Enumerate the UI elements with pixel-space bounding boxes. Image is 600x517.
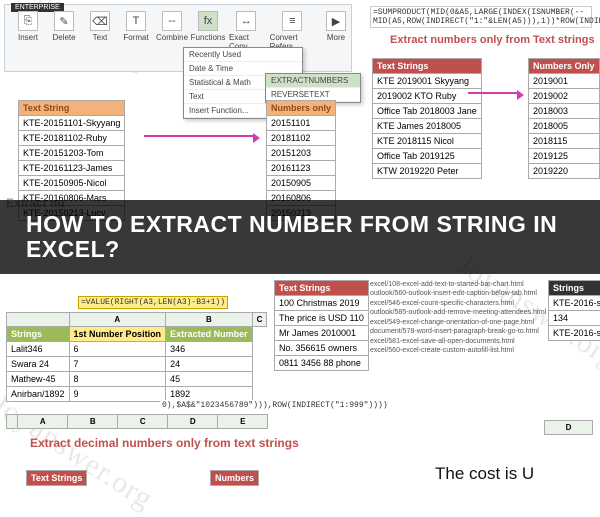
menu-item[interactable]: Recently Used [184, 48, 302, 62]
ribbon-button[interactable]: ⌫Text [85, 11, 115, 42]
file-list: excel/108-excel-add-text-to-started-bar-… [370, 280, 546, 356]
ribbon-button[interactable]: TFormat [121, 11, 151, 42]
title-extract-numbers: Extract numbers only from Text strings [390, 34, 595, 46]
arrow-right [144, 135, 254, 137]
ribbon-button[interactable]: ⎘Insert [13, 11, 43, 42]
ribbon-button[interactable]: ≡Convert Refers [270, 11, 315, 51]
table-strings-far-right: Strings KTE-2016-sales-1 134 KTE-2016-sa… [548, 280, 600, 341]
arrow-right [468, 92, 518, 94]
table-text-strings-bottom: Text Strings [26, 470, 87, 486]
watermark: Joyanswer.org [0, 387, 159, 516]
ribbon-functions-button[interactable]: fxFunctions [193, 11, 223, 42]
ribbon-button[interactable]: ✎Delete [49, 11, 79, 42]
ribbon-button[interactable]: ▶More [321, 11, 351, 42]
ribbon-button[interactable]: --Combine [157, 11, 187, 42]
table-numbers-bottom: Numbers [210, 470, 259, 486]
text-submenu[interactable]: EXTRACTNUMBERS REVERSETEXT [265, 73, 361, 103]
table-numbers-only-right: Numbers Only 2019001 2019002 2018003 201… [528, 58, 600, 179]
column-headers-bottom: ABCDE [6, 414, 268, 429]
formula-sumproduct: =SUMPRODUCT(MID(0&A5,LARGE(INDEX(ISNUMBE… [370, 6, 592, 28]
ribbon-button[interactable]: ↔Exact Copy [229, 11, 264, 51]
formula-fragment: 0),$A$&"1023456789"))),ROW(INDIRECT("1:9… [160, 400, 390, 411]
table-text-strings: Text Strings KTE 2019001 Skyyang 2019002… [372, 58, 482, 179]
formula-value-right: =VALUE(RIGHT(A3,LEN(A3)-B3+1)) [78, 296, 228, 309]
article-title-band: How to extract number from string in Exc… [0, 200, 600, 274]
excel-ribbon: ENTERPRISE ⎘Insert ✎Delete ⌫Text TFormat… [4, 4, 352, 72]
submenu-item-extractnumbers[interactable]: EXTRACTNUMBERS [266, 74, 360, 88]
col-d: D [544, 420, 593, 435]
table-extracted-number: ABC Strings1st Number PositionExtracted … [6, 312, 267, 402]
title-extract-decimal: Extract decimal numbers only from text s… [30, 436, 299, 450]
text-cost: The cost is U [435, 464, 534, 484]
article-title: How to extract number from string in Exc… [0, 212, 600, 263]
table-text-strings-mid: Text Strings 100 Christmas 2019 The pric… [274, 280, 369, 371]
